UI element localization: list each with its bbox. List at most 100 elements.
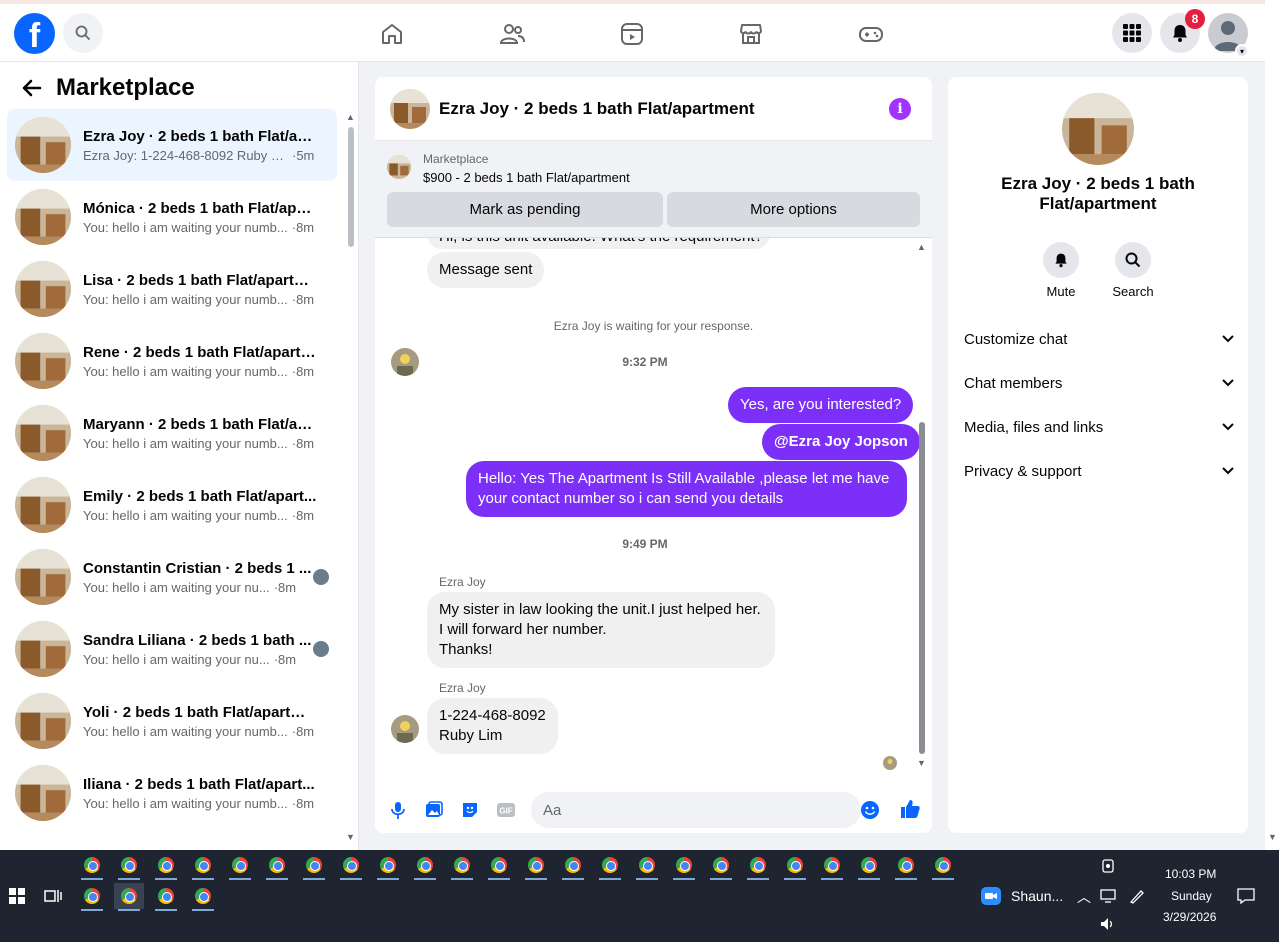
taskbar-chrome-icon[interactable]: [669, 852, 699, 880]
scroll-down-icon[interactable]: ▼: [1268, 832, 1277, 842]
taskbar-chrome-icon[interactable]: [373, 852, 403, 880]
row-label: Chat members: [964, 374, 1063, 392]
menu-grid-button[interactable]: [1112, 13, 1152, 53]
chat-scrollbar[interactable]: ▲ ▼: [916, 242, 928, 772]
chevron-up-icon[interactable]: ︿: [1077, 887, 1091, 907]
message-line: your contact number so i can send you de…: [478, 490, 784, 507]
conversation-preview: You: hello i am waiting your numb...: [83, 219, 288, 235]
chevron-down-icon[interactable]: ▾: [1235, 44, 1249, 58]
pen-icon[interactable]: [1128, 888, 1146, 904]
taskbar-chrome-icon[interactable]: [188, 883, 218, 911]
back-arrow-icon[interactable]: [20, 76, 44, 100]
conversation-item[interactable]: Iliana · 2 beds 1 bath Flat/apart... You:…: [7, 757, 337, 829]
message-line: Ruby Lim: [439, 727, 503, 744]
taskbar-chrome-icon[interactable]: [77, 852, 107, 880]
taskbar-chrome-icon[interactable]: [299, 852, 329, 880]
network-icon[interactable]: [1100, 888, 1118, 904]
media-files-links-row[interactable]: Media, files and links: [964, 415, 1234, 439]
taskbar-chrome-icon[interactable]: [817, 852, 847, 880]
taskbar-chrome-icon[interactable]: [114, 883, 144, 911]
conversation-time: ·8m: [291, 795, 315, 811]
sender-avatar[interactable]: [391, 715, 419, 743]
privacy-support-row[interactable]: Privacy & support: [964, 459, 1234, 483]
clock-day[interactable]: Sunday: [1171, 889, 1212, 903]
clock-time[interactable]: 10:03 PM: [1165, 867, 1216, 881]
gif-icon[interactable]: GIF: [496, 800, 516, 820]
more-options-button[interactable]: More options: [667, 192, 920, 227]
like-thumb-icon[interactable]: [899, 798, 921, 820]
mute-button[interactable]: Mute: [1031, 242, 1091, 299]
customize-chat-row[interactable]: Customize chat: [964, 327, 1234, 351]
microphone-icon[interactable]: [388, 800, 408, 820]
taskbar-chrome-icon[interactable]: [632, 852, 662, 880]
task-view-icon[interactable]: [44, 888, 62, 904]
photo-icon[interactable]: [424, 800, 444, 820]
message-bubble-incoming: Hi, is this unit available. What's the r…: [427, 238, 770, 249]
taskbar-chrome-icon[interactable]: [595, 852, 625, 880]
taskbar-chrome-icon[interactable]: [780, 852, 810, 880]
conversation-item[interactable]: Yoli · 2 beds 1 bath Flat/apartment You: …: [7, 685, 337, 757]
sticker-icon[interactable]: [460, 800, 480, 820]
video-icon[interactable]: [616, 18, 648, 50]
info-icon[interactable]: i: [889, 98, 911, 120]
conversation-thumbnail: [15, 261, 71, 317]
taskbar-chrome-icon[interactable]: [854, 852, 884, 880]
taskbar-chrome-icon[interactable]: [706, 852, 736, 880]
conversation-item[interactable]: Maryann · 2 beds 1 bath Flat/ap... You: h…: [7, 397, 337, 469]
conversation-time: ·8m: [273, 651, 297, 667]
scroll-down-icon[interactable]: ▼: [917, 758, 926, 768]
marketplace-icon[interactable]: [735, 18, 767, 50]
windows-start-icon[interactable]: [9, 888, 25, 904]
home-icon[interactable]: [376, 18, 408, 50]
taskbar-chrome-icon[interactable]: [114, 852, 144, 880]
chat-title[interactable]: Ezra Joy · 2 beds 1 bath Flat/apartment: [439, 99, 755, 119]
scroll-up-icon[interactable]: ▲: [917, 242, 926, 252]
conversation-item[interactable]: Lisa · 2 beds 1 bath Flat/apartme... You:…: [7, 253, 337, 325]
mark-as-pending-button[interactable]: Mark as pending: [387, 192, 663, 227]
taskbar-chrome-icon[interactable]: [188, 852, 218, 880]
taskbar-chrome-icon[interactable]: [151, 883, 181, 911]
search-button[interactable]: [63, 13, 103, 53]
taskbar-chrome-icon[interactable]: [77, 883, 107, 911]
message-input[interactable]: [531, 792, 861, 828]
scrollbar-thumb[interactable]: [348, 127, 354, 247]
taskbar-chrome-icon[interactable]: [410, 852, 440, 880]
taskbar-chrome-icon[interactable]: [743, 852, 773, 880]
taskbar-chrome-icon[interactable]: [928, 852, 958, 880]
taskbar-chrome-icon[interactable]: [521, 852, 551, 880]
taskbar-chrome-icon[interactable]: [558, 852, 588, 880]
listing-thumbnail[interactable]: [390, 88, 430, 129]
speaker-icon[interactable]: [1100, 917, 1116, 931]
facebook-logo-icon[interactable]: f: [14, 13, 55, 54]
taskbar-user-label[interactable]: Shaun...: [1011, 888, 1063, 904]
taskbar-chrome-icon[interactable]: [484, 852, 514, 880]
bell-icon: [1055, 253, 1067, 268]
conversation-thumbnail: [15, 765, 71, 821]
conversation-item[interactable]: Ezra Joy · 2 beds 1 bath Flat/apa... Ezra…: [7, 109, 337, 181]
gaming-icon[interactable]: [855, 18, 887, 50]
clock-date[interactable]: 3/29/2026: [1163, 910, 1216, 924]
listing-thumbnail-small[interactable]: [387, 155, 411, 179]
sidebar-scrollbar[interactable]: ▲ ▼: [346, 112, 356, 847]
conversation-item[interactable]: Emily · 2 beds 1 bath Flat/apart... You: …: [7, 469, 337, 541]
conversation-item[interactable]: Rene · 2 beds 1 bath Flat/apartm... You: …: [7, 325, 337, 397]
emoji-icon[interactable]: [860, 800, 880, 820]
taskbar-chrome-icon[interactable]: [151, 852, 181, 880]
listing-price-title[interactable]: $900 - 2 beds 1 bath Flat/apartment: [423, 170, 630, 185]
chat-members-row[interactable]: Chat members: [964, 371, 1234, 395]
conversation-item[interactable]: Constantin Cristian · 2 beds 1 ... You: h…: [7, 541, 337, 613]
taskbar-chrome-icon[interactable]: [262, 852, 292, 880]
taskbar-chrome-icon[interactable]: [447, 852, 477, 880]
listing-photo[interactable]: [1062, 93, 1134, 165]
zoom-app-icon[interactable]: [981, 887, 1001, 905]
conversation-item[interactable]: Mónica · 2 beds 1 bath Flat/apar... You: …: [7, 181, 337, 253]
friends-icon[interactable]: [496, 18, 528, 50]
scrollbar-thumb[interactable]: [919, 422, 925, 754]
notification-center-icon[interactable]: [1237, 887, 1255, 905]
taskbar-chrome-icon[interactable]: [891, 852, 921, 880]
search-in-conversation-button[interactable]: Search: [1103, 242, 1163, 299]
taskbar-chrome-icon[interactable]: [225, 852, 255, 880]
taskbar-chrome-icon[interactable]: [336, 852, 366, 880]
conversation-item[interactable]: Sandra Liliana · 2 beds 1 bath ... You: h…: [7, 613, 337, 685]
page-scrollbar[interactable]: ▼: [1265, 0, 1279, 850]
